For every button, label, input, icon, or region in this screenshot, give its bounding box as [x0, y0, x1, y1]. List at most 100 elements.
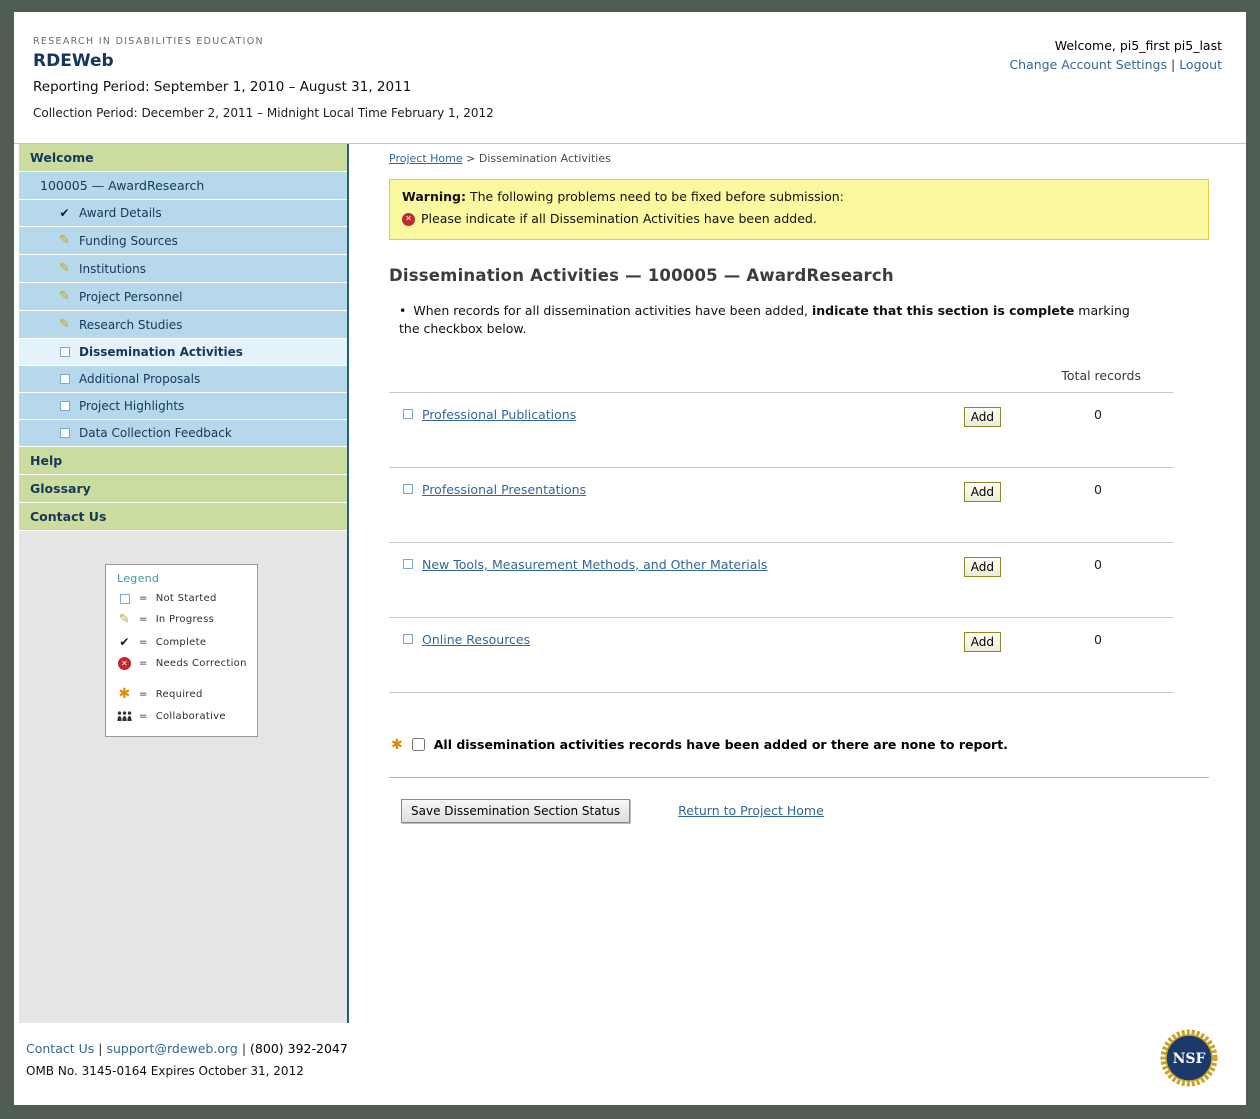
status-not-started-icon: [403, 484, 413, 494]
footer-contact-link[interactable]: Contact Us: [26, 1041, 94, 1056]
collaborative-icon: [117, 710, 132, 722]
add-button[interactable]: Add: [964, 482, 1001, 502]
org-name: RESEARCH IN DISABILITIES EDUCATION: [33, 36, 494, 47]
checkbox-icon: [57, 374, 72, 384]
legend-entry: ✕ = Needs Correction: [117, 657, 249, 670]
footer-contact-line: Contact Us | support@rdeweb.org | (800) …: [26, 1041, 1220, 1056]
professional-publications-link[interactable]: Professional Publications: [422, 407, 576, 422]
warning-line1: Warning: The following problems need to …: [402, 188, 1196, 207]
section-complete-row: ✱ All dissemination activities records h…: [391, 737, 1246, 753]
sidebar-item-contact-us[interactable]: Contact Us: [19, 503, 347, 531]
breadcrumb-separator: >: [466, 152, 475, 165]
table-row: Professional Publications Add 0: [389, 392, 1173, 467]
sidebar-item-dissemination-activities[interactable]: Dissemination Activities: [19, 339, 347, 366]
complete-icon: ✔: [117, 635, 132, 649]
legend: Legend = Not Started ✎ = In Progress ✔ =…: [105, 564, 258, 737]
logout-link[interactable]: Logout: [1179, 57, 1222, 72]
activities-table: Total records Professional Publications …: [389, 368, 1173, 693]
instruction-note: •When records for all dissemination acti…: [399, 302, 1146, 338]
status-not-started-icon: [403, 634, 413, 644]
sidebar-item-label: Research Studies: [79, 318, 182, 332]
warning-item: Please indicate if all Dissemination Act…: [421, 210, 817, 229]
sidebar-item-additional-proposals[interactable]: Additional Proposals: [19, 366, 347, 393]
sidebar-item-award-details[interactable]: ✔ Award Details: [19, 200, 347, 227]
sidebar-item-welcome[interactable]: Welcome: [19, 144, 347, 172]
sidebar-item-label: Additional Proposals: [79, 372, 200, 386]
section-complete-checkbox[interactable]: [412, 738, 425, 751]
sidebar-item-data-collection-feedback[interactable]: Data Collection Feedback: [19, 420, 347, 447]
app-title: RDEWeb: [33, 51, 494, 71]
status-not-started-icon: [403, 559, 413, 569]
footer-email-link[interactable]: support@rdeweb.org: [106, 1041, 237, 1056]
add-button[interactable]: Add: [964, 557, 1001, 577]
total-records-header: Total records: [389, 368, 1173, 383]
pencil-icon: ✎: [57, 233, 72, 248]
change-account-settings-link[interactable]: Change Account Settings: [1009, 57, 1167, 72]
legend-entry: ✱ = Required: [117, 686, 249, 702]
sidebar-item-label: Institutions: [79, 262, 146, 276]
legend-entry: = Collaborative: [117, 710, 249, 722]
sidebar-item-label: Dissemination Activities: [79, 345, 243, 359]
sidebar-item-label: Project Personnel: [79, 290, 183, 304]
add-button[interactable]: Add: [964, 407, 1001, 427]
breadcrumb-project-home-link[interactable]: Project Home: [389, 152, 463, 165]
warning-title: Warning:: [402, 189, 466, 204]
footer-omb-line: OMB No. 3145-0164 Expires October 31, 20…: [26, 1064, 1220, 1078]
checkbox-icon: [57, 428, 72, 438]
new-tools-link[interactable]: New Tools, Measurement Methods, and Othe…: [422, 557, 767, 572]
sidebar-item-project-highlights[interactable]: Project Highlights: [19, 393, 347, 420]
legend-label: Complete: [156, 637, 207, 648]
legend-title: Legend: [117, 572, 249, 585]
content-row: Welcome 100005 — AwardResearch ✔ Award D…: [14, 143, 1246, 1023]
legend-entry: ✔ = Complete: [117, 635, 249, 649]
sidebar-item-glossary[interactable]: Glossary: [19, 475, 347, 503]
pencil-icon: ✎: [57, 289, 72, 304]
sidebar-item-institutions[interactable]: ✎ Institutions: [19, 255, 347, 283]
checkbox-icon: [57, 401, 72, 411]
nsf-logo: NSF: [1160, 1029, 1218, 1091]
pencil-icon: ✎: [57, 261, 72, 276]
sidebar-item-research-studies[interactable]: ✎ Research Studies: [19, 311, 347, 339]
sidebar-item-label: Funding Sources: [79, 234, 178, 248]
required-icon: ✱: [391, 737, 403, 753]
warning-box: Warning: The following problems need to …: [389, 179, 1209, 240]
status-not-started-icon: [403, 409, 413, 419]
table-row: Online Resources Add 0: [389, 617, 1173, 692]
save-section-status-button[interactable]: Save Dissemination Section Status: [401, 799, 630, 823]
account-links: Change Account Settings | Logout: [1009, 57, 1222, 72]
sidebar-item-label: Project Highlights: [79, 399, 184, 413]
check-icon: ✔: [57, 206, 72, 220]
page: RESEARCH IN DISABILITIES EDUCATION RDEWe…: [14, 12, 1246, 1105]
section-complete-label: All dissemination activities records hav…: [434, 737, 1008, 752]
divider: [389, 777, 1209, 778]
table-row: New Tools, Measurement Methods, and Othe…: [389, 542, 1173, 617]
professional-presentations-link[interactable]: Professional Presentations: [422, 482, 586, 497]
error-icon: ✕: [402, 213, 415, 226]
footer-phone: (800) 392-2047: [250, 1041, 348, 1056]
legend-entry: = Not Started: [117, 593, 249, 604]
sidebar-item-funding-sources[interactable]: ✎ Funding Sources: [19, 227, 347, 255]
warning-message: The following problems need to be fixed …: [470, 189, 844, 204]
record-count: 0: [1023, 557, 1173, 572]
sidebar-item-help[interactable]: Help: [19, 447, 347, 475]
sidebar-item-project-personnel[interactable]: ✎ Project Personnel: [19, 283, 347, 311]
required-icon: ✱: [117, 686, 132, 702]
return-project-home-link[interactable]: Return to Project Home: [678, 803, 824, 818]
footer: Contact Us | support@rdeweb.org | (800) …: [14, 1023, 1246, 1104]
header-separator: |: [1171, 57, 1175, 72]
record-count: 0: [1023, 482, 1173, 497]
add-button[interactable]: Add: [964, 632, 1001, 652]
breadcrumb-current: Dissemination Activities: [479, 152, 611, 165]
legend-entry: ✎ = In Progress: [117, 612, 249, 627]
actions-row: Save Dissemination Section Status Return…: [401, 799, 1246, 823]
legend-label: In Progress: [156, 614, 214, 625]
record-count: 0: [1023, 407, 1173, 422]
bullet-icon: •: [399, 303, 406, 318]
activities-rows: Professional Publications Add 0 Professi…: [389, 392, 1173, 693]
header-left: RESEARCH IN DISABILITIES EDUCATION RDEWe…: [33, 36, 494, 143]
online-resources-link[interactable]: Online Resources: [422, 632, 530, 647]
sidebar: Welcome 100005 — AwardResearch ✔ Award D…: [19, 144, 347, 1023]
collection-period: Collection Period: December 2, 2011 – Mi…: [33, 106, 494, 120]
sidebar-item-award[interactable]: 100005 — AwardResearch: [19, 172, 347, 200]
pencil-icon: ✎: [57, 317, 72, 332]
